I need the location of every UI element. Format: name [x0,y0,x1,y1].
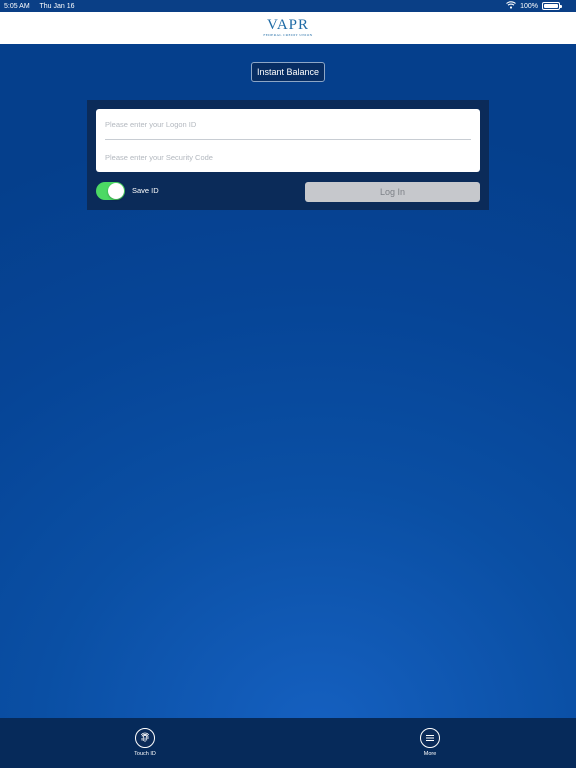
tab-more-label: More [423,751,437,757]
tab-bar: Touch ID More [0,718,576,768]
wifi-icon [506,1,516,11]
status-bar: 5:05 AM Thu Jan 16 100% [0,0,576,12]
login-panel: Please enter your Logon ID Please enter … [87,100,489,210]
security-code-input[interactable]: Please enter your Security Code [105,142,471,172]
save-id-toggle[interactable] [96,182,125,200]
logon-id-input[interactable]: Please enter your Logon ID [105,110,471,140]
logo: VAPR [266,17,310,33]
status-time: 5:05 AM [4,2,30,10]
status-date: Thu Jan 16 [39,2,75,10]
login-button[interactable]: Log In [305,182,480,202]
app-header: VAPR Federal Credit Union [0,12,576,44]
tab-touch-id[interactable]: Touch ID [125,728,165,764]
toggle-knob [108,183,124,199]
tab-touch-id-label: Touch ID [134,751,156,757]
battery-icon [542,2,562,10]
save-id-label: Save ID [132,186,159,195]
instant-balance-button[interactable]: Instant Balance [251,62,325,82]
fingerprint-icon [135,728,155,748]
logo-subtitle: Federal Credit Union [263,33,313,37]
battery-percent: 100% [520,2,538,10]
tab-more[interactable]: More [410,728,450,764]
menu-icon [420,728,440,748]
login-fields: Please enter your Logon ID Please enter … [96,109,480,172]
